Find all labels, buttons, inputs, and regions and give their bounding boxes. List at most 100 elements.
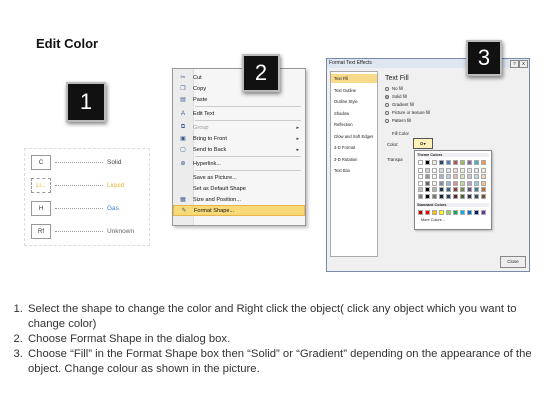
color-swatch[interactable] [467, 180, 472, 186]
color-swatch[interactable] [418, 193, 423, 199]
color-swatch[interactable] [418, 180, 423, 186]
color-swatch[interactable] [453, 187, 458, 192]
menu-item-format-shape[interactable]: ✎ Format Shape... [173, 205, 305, 216]
menu-item-copy[interactable]: ❐ Copy [173, 83, 305, 94]
menu-item-send-to-back[interactable]: ▢ Send to Back ▸ [173, 144, 305, 155]
color-swatch[interactable] [446, 193, 451, 199]
standard-color-swatch[interactable] [432, 210, 437, 215]
radio-dot[interactable] [385, 86, 389, 91]
fill-option-radio[interactable]: Gradient fill [385, 102, 414, 107]
sidebar-item-3-d-rotation[interactable]: 3-D Rotation [331, 155, 377, 164]
color-swatch[interactable] [439, 167, 444, 173]
standard-color-swatch[interactable] [439, 210, 444, 215]
sidebar-item-shadow[interactable]: Shadow [331, 109, 377, 118]
color-swatch[interactable] [474, 160, 479, 165]
color-swatch[interactable] [425, 167, 430, 173]
element-box[interactable]: H [31, 201, 51, 216]
color-swatch[interactable] [481, 193, 486, 199]
color-swatch[interactable] [467, 167, 472, 173]
color-swatch[interactable] [418, 160, 423, 165]
color-swatch[interactable] [481, 187, 486, 192]
more-colors-link[interactable]: More Colors... [421, 218, 445, 222]
color-swatch[interactable] [439, 187, 444, 192]
color-swatch[interactable] [425, 187, 430, 192]
standard-color-swatch[interactable] [446, 210, 451, 215]
element-box[interactable]: Li... [31, 178, 51, 193]
color-swatch[interactable] [446, 180, 451, 186]
color-swatch[interactable] [439, 160, 444, 165]
color-swatch[interactable] [446, 160, 451, 165]
element-box[interactable]: C [31, 155, 51, 170]
sidebar-item-reflection[interactable]: Reflection [331, 120, 377, 129]
radio-dot[interactable] [385, 102, 389, 107]
menu-item-set-as-default-shape[interactable]: Set as Default Shape [173, 183, 305, 194]
color-swatch[interactable] [453, 193, 458, 199]
color-swatch[interactable] [432, 174, 437, 179]
sidebar-item-outline-style[interactable]: Outline Style [331, 97, 377, 106]
color-swatch[interactable] [432, 187, 437, 192]
sidebar-item-text-box[interactable]: Text Box [331, 166, 377, 175]
color-swatch[interactable] [481, 160, 486, 165]
fill-option-radio[interactable]: Pattern fill [385, 118, 411, 123]
color-swatch[interactable] [474, 174, 479, 179]
color-swatch[interactable] [460, 167, 465, 173]
color-swatch[interactable] [453, 160, 458, 165]
radio-dot[interactable] [385, 94, 389, 99]
menu-item-paste[interactable]: ▤ Paste [173, 94, 305, 105]
color-swatch[interactable] [453, 180, 458, 186]
standard-color-swatch[interactable] [453, 210, 458, 215]
menu-item-save-as-picture[interactable]: Save as Picture... [173, 172, 305, 183]
color-swatch[interactable] [432, 180, 437, 186]
standard-color-swatch[interactable] [467, 210, 472, 215]
color-swatch[interactable] [453, 174, 458, 179]
color-swatch[interactable] [460, 187, 465, 192]
color-swatch[interactable] [425, 193, 430, 199]
color-swatch[interactable] [481, 180, 486, 186]
color-swatch[interactable] [432, 193, 437, 199]
color-swatch[interactable] [453, 167, 458, 173]
radio-dot[interactable] [385, 118, 389, 123]
color-swatch[interactable] [460, 193, 465, 199]
color-swatch[interactable] [467, 174, 472, 179]
standard-color-swatch[interactable] [425, 210, 430, 215]
color-swatch[interactable] [481, 167, 486, 173]
color-swatch[interactable] [481, 174, 486, 179]
standard-color-swatch[interactable] [460, 210, 465, 215]
close-button[interactable]: Close [500, 256, 526, 268]
color-swatch[interactable] [439, 180, 444, 186]
menu-item-cut[interactable]: ✂ Cut [173, 72, 305, 83]
shape-diagram[interactable]: C Solid Li... Liquid H Gas Rf Unknown [24, 148, 150, 246]
color-swatch[interactable] [425, 180, 430, 186]
color-swatch[interactable] [446, 167, 451, 173]
color-swatch[interactable] [439, 193, 444, 199]
color-swatch[interactable] [467, 187, 472, 192]
color-swatch[interactable] [460, 160, 465, 165]
sidebar-item-glow-and-soft-edges[interactable]: Glow and Soft Edges [331, 132, 377, 141]
sidebar-item-text-outline[interactable]: Text Outline [331, 86, 377, 95]
fill-option-radio[interactable]: Solid fill [385, 94, 407, 99]
color-swatch[interactable] [474, 167, 479, 173]
color-swatch[interactable] [460, 180, 465, 186]
color-swatch[interactable] [439, 174, 444, 179]
color-swatch[interactable] [474, 180, 479, 186]
sidebar-item-text-fill[interactable]: Text Fill [331, 74, 377, 83]
color-swatch[interactable] [467, 193, 472, 199]
menu-item-edit-text[interactable]: A Edit Text [173, 108, 305, 119]
color-swatch[interactable] [460, 174, 465, 179]
color-swatch[interactable] [446, 174, 451, 179]
element-box[interactable]: Rf [31, 224, 51, 239]
color-swatch[interactable] [425, 174, 430, 179]
color-swatch[interactable] [446, 187, 451, 192]
standard-color-swatch[interactable] [474, 210, 479, 215]
sidebar-item-3-d-format[interactable]: 3-D Format [331, 143, 377, 152]
menu-item-hyperlink[interactable]: ⊕ Hyperlink... [173, 158, 305, 169]
color-swatch[interactable] [418, 187, 423, 192]
standard-color-swatch[interactable] [418, 210, 423, 215]
color-swatch[interactable] [418, 167, 423, 173]
help-button[interactable]: ? [510, 60, 519, 68]
radio-dot[interactable] [385, 110, 389, 115]
color-swatch[interactable] [432, 167, 437, 173]
standard-color-swatch[interactable] [481, 210, 486, 215]
color-swatch[interactable] [474, 187, 479, 192]
menu-item-group[interactable]: ⧉ Group ▸ [173, 122, 305, 133]
